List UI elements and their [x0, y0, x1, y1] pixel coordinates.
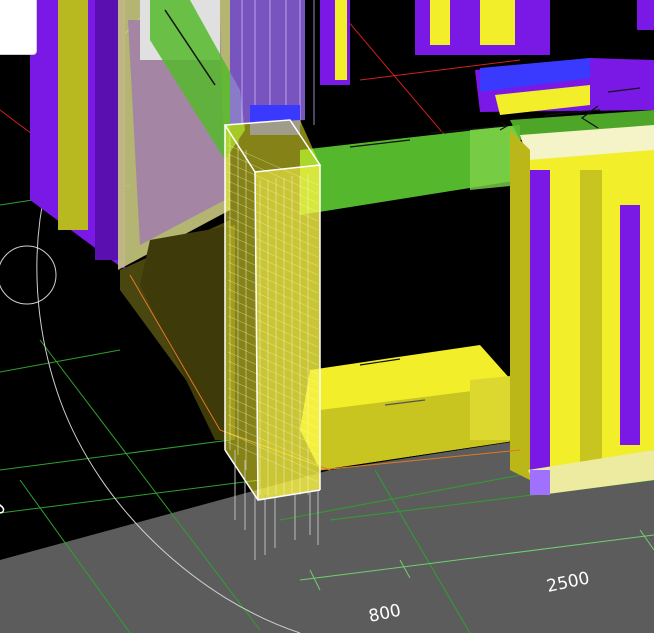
model-scene[interactable]: 2500 800 00: [0, 0, 654, 633]
corner-panel[interactable]: [0, 0, 37, 55]
3d-viewport[interactable]: 2500 800 00: [0, 0, 654, 633]
